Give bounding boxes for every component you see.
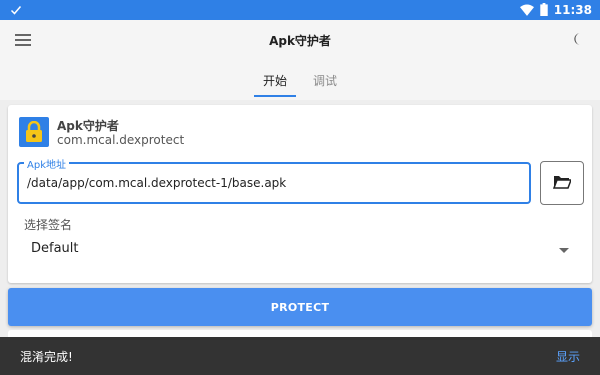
tab-bar: 开始 调试: [0, 60, 600, 100]
tab-start[interactable]: 开始: [254, 60, 296, 100]
app-name: Apk守护者: [57, 119, 119, 133]
apk-path-field[interactable]: Apk地址 /data/app/com.mcal.dexprotect-1/ba…: [17, 156, 531, 204]
lock-icon: [19, 117, 49, 147]
tab-debug[interactable]: 调试: [304, 60, 346, 100]
signature-select[interactable]: Default: [17, 233, 583, 263]
wifi-icon: [519, 1, 534, 20]
menu-icon[interactable]: [14, 31, 32, 49]
snackbar-show-button[interactable]: 显示: [556, 348, 580, 365]
apk-path-label: Apk地址: [24, 156, 69, 171]
status-bar: 11:38: [0, 0, 600, 20]
battery-icon: [540, 1, 548, 20]
app-title: Apk守护者: [269, 33, 331, 48]
status-time: 11:38: [553, 3, 592, 17]
app-bar: Apk守护者: [0, 20, 600, 60]
snackbar-message: 混淆完成!: [20, 349, 73, 364]
moon-icon[interactable]: [570, 30, 588, 48]
snackbar: 混淆完成! 显示: [0, 337, 600, 375]
signature-selected: Default: [31, 240, 79, 256]
dropdown-arrow-icon: [559, 239, 569, 258]
check-icon: [10, 1, 22, 20]
package-name: com.mcal.dexprotect: [57, 133, 185, 147]
signature-label: 选择签名: [24, 218, 73, 232]
browse-folder-button[interactable]: [540, 161, 584, 205]
apk-path-value[interactable]: /data/app/com.mcal.dexprotect-1/base.apk: [27, 176, 286, 190]
folder-open-icon: [552, 174, 573, 193]
protect-button[interactable]: PROTECT: [8, 288, 592, 326]
main-card: Apk守护者 com.mcal.dexprotect Apk地址 /data/a…: [8, 105, 592, 283]
